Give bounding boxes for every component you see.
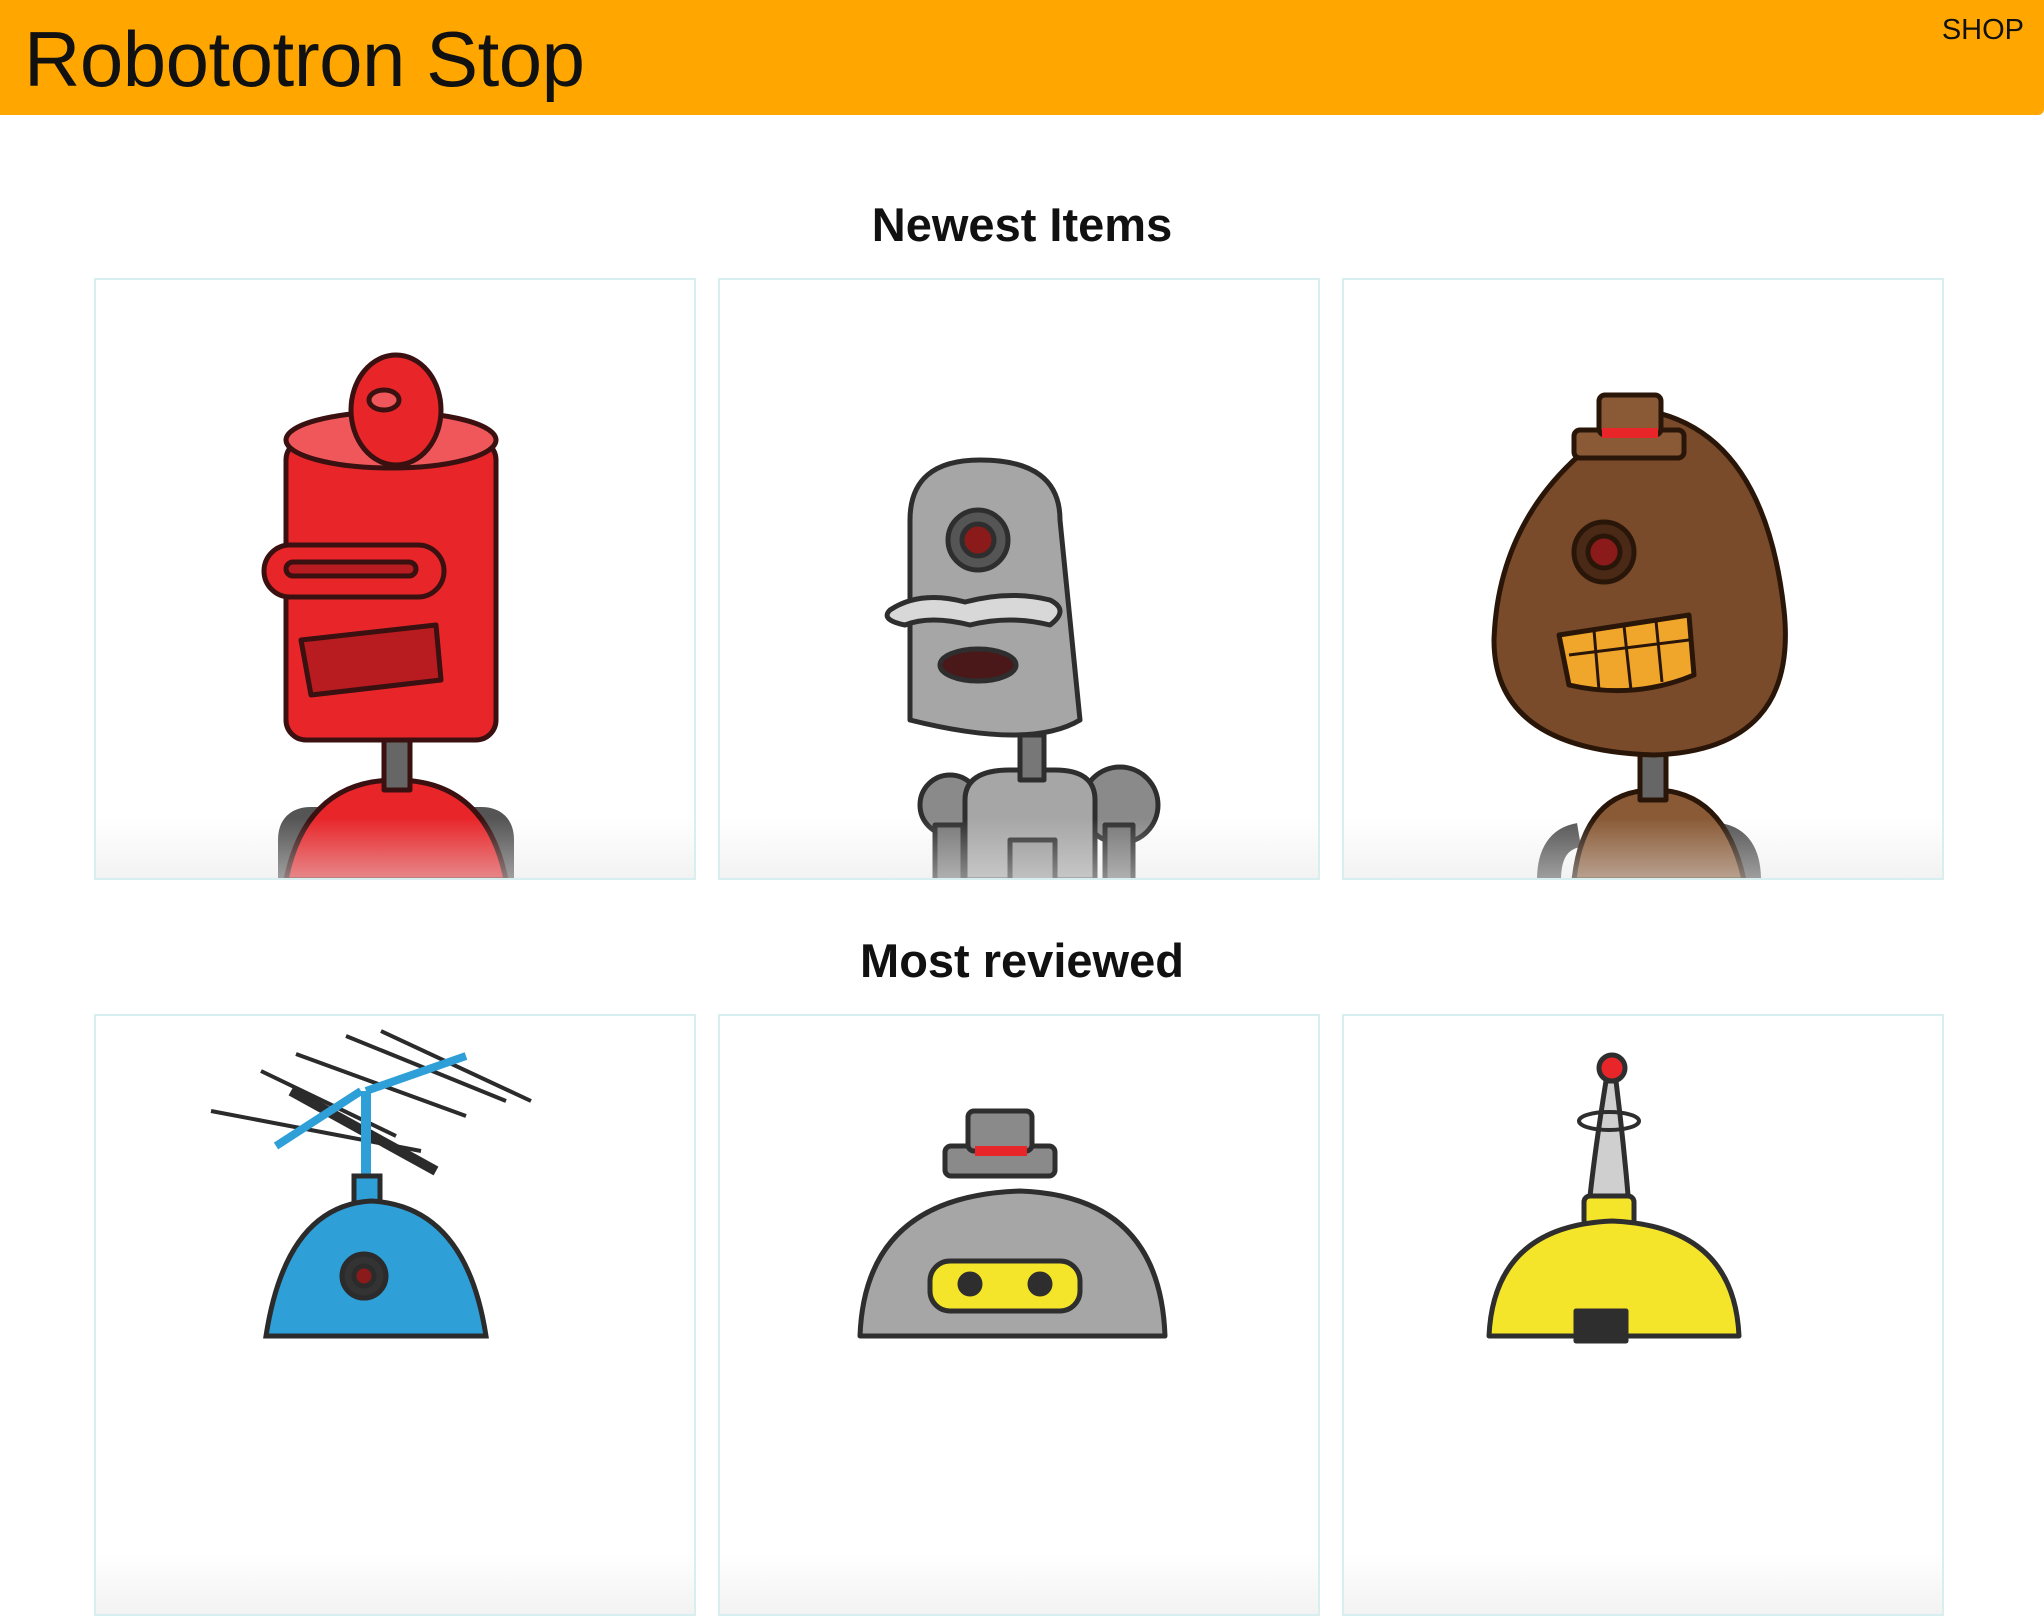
shop-nav-link[interactable]: SHOP bbox=[1942, 14, 2024, 47]
brown-robot-icon bbox=[1491, 392, 1788, 878]
site-header: Robototron Stop SHOP bbox=[0, 0, 2044, 115]
blue-robot-icon bbox=[210, 1029, 532, 1339]
product-card[interactable] bbox=[718, 1014, 1320, 1616]
product-card[interactable] bbox=[1342, 1014, 1944, 1616]
section-title-newest: Newest Items bbox=[871, 198, 1173, 251]
yellow-robot-icon bbox=[1486, 1052, 1742, 1344]
gray-robot-icon bbox=[884, 457, 1161, 878]
brand-logo-link[interactable]: Robototron Stop bbox=[24, 14, 585, 104]
red-robot-icon bbox=[261, 352, 514, 878]
section-title-most-reviewed: Most reviewed bbox=[860, 934, 1184, 987]
product-card[interactable] bbox=[94, 1014, 696, 1616]
product-card[interactable] bbox=[1342, 278, 1944, 880]
product-card[interactable] bbox=[718, 278, 1320, 880]
product-card[interactable] bbox=[94, 278, 696, 880]
gray-hat-robot-icon bbox=[857, 1108, 1168, 1339]
